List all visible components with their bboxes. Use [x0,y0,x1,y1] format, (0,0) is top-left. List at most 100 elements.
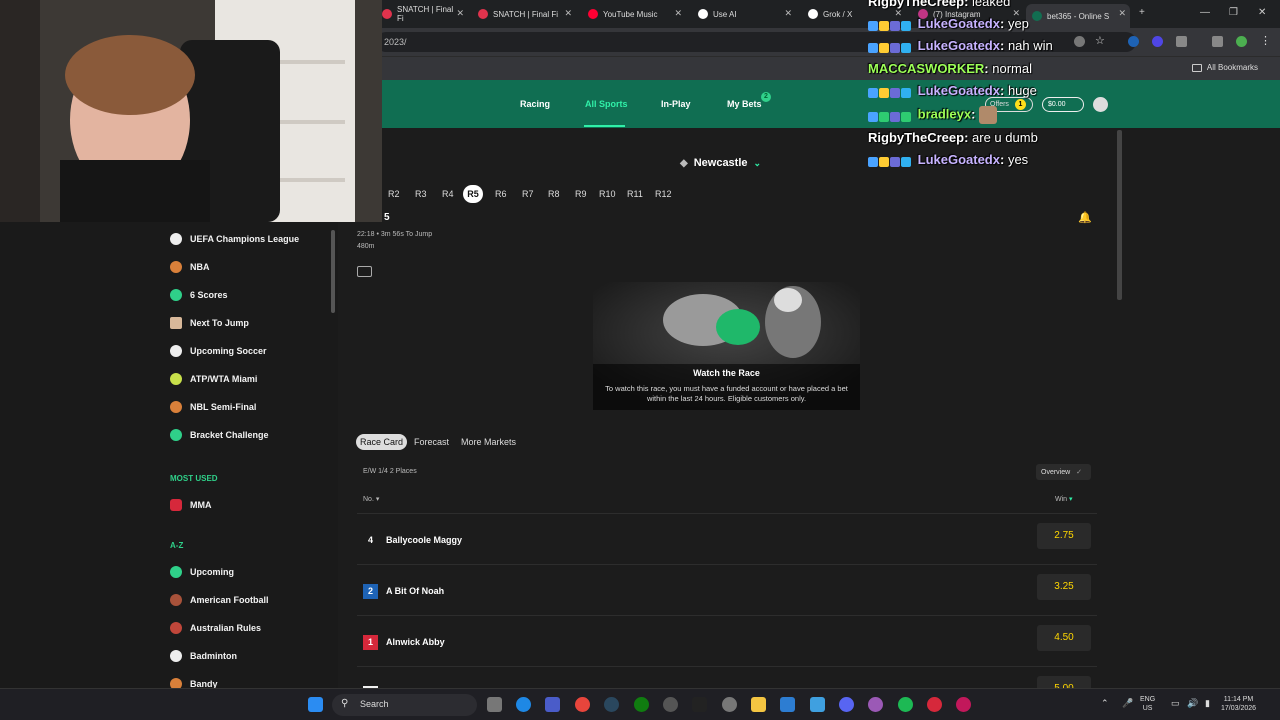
browser-tab[interactable]: SNATCH | Final Fi ✕ [472,4,576,24]
search-icon: ⚲ [341,698,349,709]
network-icon[interactable]: ▭ [1171,699,1180,708]
browser-tab[interactable]: Use AI ✕ [692,4,796,24]
discord-icon[interactable] [839,697,854,712]
windows-start-icon[interactable] [308,697,323,712]
nav-in-play[interactable]: In-Play [661,99,691,109]
video-play-icon[interactable] [357,266,372,277]
tab-search-icon[interactable] [1212,36,1223,47]
glove-icon [170,499,182,511]
volume-icon[interactable]: 🔊 [1187,699,1198,708]
language-code: ENG [1140,696,1156,703]
taskbar-search[interactable]: ⚲ Search [332,694,477,716]
kebab-menu-icon[interactable]: ⋮ [1260,36,1271,47]
overview-label: Overview [1041,469,1071,476]
sidebar-item[interactable]: UEFA Champions League [170,233,299,245]
chat-message: MACCASWORKER: normal [868,61,1032,76]
column-header-win[interactable]: Win ▾ [1055,495,1073,503]
sidebar-item[interactable]: Upcoming Soccer [170,345,267,357]
race-number: 5 [384,212,390,223]
soccer-ball-icon [170,345,182,357]
clock[interactable]: 11:14 PM 17/03/2026 [1221,695,1256,713]
app-icon[interactable] [927,697,942,712]
australian-rules-icon [170,622,182,634]
bracket-icon [170,429,182,441]
xbox-icon[interactable] [634,697,649,712]
sidebar-item[interactable]: Badminton [170,650,237,662]
column-header-number[interactable]: No. ▾ [363,495,379,503]
tab-close-icon[interactable]: ✕ [456,8,464,19]
sidebar-item[interactable]: NBL Semi-Final [170,401,256,413]
tab-more-markets[interactable]: More Markets [461,437,516,447]
webcam-overlay [0,0,382,222]
sidebar-item[interactable]: NBA [170,261,210,273]
sidebar-item[interactable]: Bracket Challenge [170,429,269,441]
settings-gear-icon[interactable] [722,697,737,712]
app-icon[interactable] [810,697,825,712]
sidebar-item[interactable]: MMA [170,499,212,511]
race-tab[interactable]: R4 [442,189,454,199]
nav-my-bets[interactable]: My Bets [727,99,762,109]
tab-race-card[interactable]: Race Card [356,434,408,450]
bell-icon[interactable]: 🔔 [1078,211,1092,224]
app-icon[interactable] [545,697,560,712]
race-tab[interactable]: R2 [388,189,400,199]
overview-toggle[interactable]: Overview ✓ [1036,464,1091,480]
sidebar-item[interactable]: Next To Jump [170,317,249,329]
race-tab[interactable]: R6 [495,189,507,199]
battery-icon[interactable]: ▮ [1205,699,1210,708]
odds-button[interactable]: 3.25 [1037,574,1091,600]
bookmarks-label: All Bookmarks [1206,63,1258,72]
spotify-icon[interactable] [898,697,913,712]
epic-games-icon[interactable] [692,697,707,712]
chrome-icon[interactable] [575,697,590,712]
edge-icon[interactable] [516,697,531,712]
extension-icon[interactable] [1128,36,1139,47]
steam-icon[interactable] [604,697,619,712]
sidebar-scrollbar[interactable] [331,230,335,313]
nav-all-sports[interactable]: All Sports [585,99,628,109]
race-tab[interactable]: R11 [627,189,643,199]
race-tab-active[interactable]: R5 [463,185,483,203]
app-icon[interactable] [663,697,678,712]
browser-tab[interactable]: YouTube Music ✕ [582,4,686,24]
race-tab[interactable]: R3 [415,189,427,199]
store-icon[interactable] [780,697,795,712]
tab-close-icon[interactable]: ✕ [564,8,572,19]
tab-forecast[interactable]: Forecast [414,437,449,447]
sidebar-item[interactable]: 6 Scores [170,289,228,301]
puzzle-icon[interactable] [1176,36,1187,47]
race-tab[interactable]: R9 [575,189,587,199]
app-icon[interactable] [868,697,883,712]
column-header-label: No. [363,496,374,503]
language-indicator[interactable]: ENG US [1140,695,1155,713]
maximize-icon[interactable]: ❐ [1229,7,1238,18]
minimize-icon[interactable]: — [1200,7,1210,18]
task-view-icon[interactable] [487,697,502,712]
profile-avatar-icon[interactable] [1236,36,1247,47]
browser-tab[interactable]: SNATCH | Final Fi ✕ [376,4,468,24]
sidebar-item[interactable]: Australian Rules [170,622,261,634]
tab-close-icon[interactable]: ✕ [674,8,682,19]
race-tab[interactable]: R12 [655,189,672,199]
race-tab[interactable]: R7 [522,189,534,199]
odds-button[interactable]: 4.50 [1037,625,1091,651]
close-window-icon[interactable]: ✕ [1258,7,1266,18]
tab-close-icon[interactable]: ✕ [784,8,792,19]
active-nav-underline [584,125,625,127]
odds-button[interactable]: 2.75 [1037,523,1091,549]
sidebar-item[interactable]: Upcoming [170,566,234,578]
all-bookmarks-button[interactable]: All Bookmarks [1191,63,1258,72]
nav-racing[interactable]: Racing [520,99,550,109]
microphone-icon[interactable]: 🎤 [1122,699,1133,708]
race-tab[interactable]: R10 [599,189,616,199]
sidebar-item[interactable]: American Football [170,594,269,606]
race-tab[interactable]: R8 [548,189,560,199]
chevron-up-icon[interactable]: ⌃ [1101,699,1109,708]
file-explorer-icon[interactable] [751,697,766,712]
sidebar-item[interactable]: ATP/WTA Miami [170,373,257,385]
new-tab-icon[interactable]: + [1139,7,1145,18]
app-icon[interactable] [956,697,971,712]
odds-button[interactable]: 5.00 [1037,676,1091,688]
extension-icon[interactable] [1152,36,1163,47]
venue-selector[interactable]: ◆ Newcastle ⌄ [680,157,761,169]
